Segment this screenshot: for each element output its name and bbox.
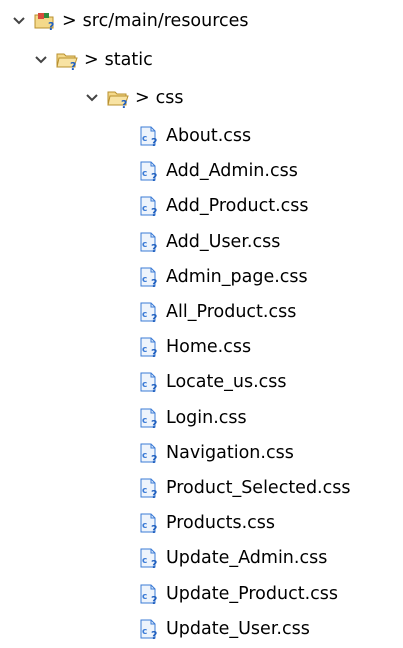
file-name-label: Add_User.css: [166, 231, 281, 252]
chevron-down-icon[interactable]: [32, 51, 50, 69]
tree-node-label: src/main/resources: [82, 11, 249, 31]
folder-unknown-icon: ?: [107, 87, 129, 109]
svg-text:c: c: [142, 592, 147, 602]
tree-node-file[interactable]: c ? Update_Admin.css: [138, 543, 327, 573]
svg-text:?: ?: [151, 136, 157, 147]
css-file-unknown-icon: c ?: [138, 195, 160, 217]
tree-node-static[interactable]: ? > static: [32, 45, 153, 75]
file-name-label: Admin_page.css: [166, 266, 308, 287]
css-file-unknown-icon: c ?: [138, 442, 160, 464]
svg-text:c: c: [142, 556, 147, 566]
svg-text:?: ?: [151, 277, 157, 288]
tree-node-file[interactable]: c ? Home.css: [138, 332, 251, 362]
svg-text:?: ?: [151, 242, 157, 253]
svg-text:?: ?: [151, 629, 157, 640]
file-name-label: Navigation.css: [166, 442, 294, 463]
file-name-label: Product_Selected.css: [166, 478, 351, 498]
svg-text:?: ?: [151, 171, 157, 182]
file-name-label: Update_Product.css: [166, 583, 338, 604]
tree-node-file[interactable]: c ? Locate_us.css: [138, 367, 287, 397]
chevron-down-icon[interactable]: [83, 89, 101, 107]
source-folder-unknown-icon: ?: [34, 10, 56, 32]
svg-text:?: ?: [151, 488, 157, 499]
svg-text:?: ?: [151, 418, 157, 429]
svg-text:?: ?: [151, 347, 157, 358]
svg-text:?: ?: [151, 312, 157, 323]
css-file-unknown-icon: c ?: [138, 231, 160, 253]
svg-text:c: c: [142, 521, 147, 531]
svg-text:?: ?: [151, 453, 157, 464]
svg-text:?: ?: [48, 20, 54, 32]
tree-node-file[interactable]: c ? Update_Product.css: [138, 579, 338, 609]
svg-text:?: ?: [151, 558, 157, 569]
tree-node-file[interactable]: c ? Navigation.css: [138, 438, 294, 468]
tree-node-file[interactable]: c ? Add_Product.css: [138, 191, 309, 221]
file-name-label: Login.css: [166, 407, 247, 428]
css-file-unknown-icon: c ?: [138, 583, 160, 605]
tree-node-file[interactable]: c ? Add_User.css: [138, 227, 280, 257]
svg-text:c: c: [142, 134, 147, 144]
css-file-unknown-icon: c ?: [138, 512, 160, 534]
tree-node-label: static: [104, 50, 153, 70]
tree-node-file[interactable]: c ? Login.css: [138, 403, 247, 433]
file-name-label: Add_Admin.css: [166, 161, 298, 182]
css-file-unknown-icon: c ?: [138, 371, 160, 393]
svg-text:?: ?: [121, 98, 127, 109]
svg-text:c: c: [142, 310, 147, 320]
svg-text:c: c: [142, 380, 147, 390]
file-name-label: All_Product.css: [166, 302, 297, 322]
path-separator: >: [84, 50, 99, 70]
svg-text:c: c: [142, 169, 147, 179]
svg-text:c: c: [142, 416, 147, 426]
svg-text:c: c: [142, 345, 147, 355]
file-name-label: Locate_us.css: [166, 372, 287, 393]
tree-node-file[interactable]: c ? Add_Admin.css: [138, 156, 298, 186]
file-name-label: Update_User.css: [166, 618, 310, 639]
svg-text:c: c: [142, 451, 147, 461]
project-explorer-tree: ? > src/main/resources ? > static ? > cs…: [0, 0, 403, 648]
chevron-down-icon[interactable]: [10, 12, 28, 30]
path-separator: >: [135, 88, 150, 108]
css-file-unknown-icon: c ?: [138, 266, 160, 288]
svg-text:?: ?: [151, 523, 157, 534]
css-file-unknown-icon: c ?: [138, 407, 160, 429]
svg-text:?: ?: [151, 382, 157, 393]
file-name-label: Products.css: [166, 513, 275, 534]
tree-node-file[interactable]: c ? Products.css: [138, 508, 275, 538]
tree-node-file[interactable]: c ? Update_User.css: [138, 614, 310, 644]
path-separator: >: [62, 11, 77, 31]
svg-text:?: ?: [151, 206, 157, 217]
css-file-unknown-icon: c ?: [138, 301, 160, 323]
file-name-label: Home.css: [166, 337, 252, 358]
tree-node-label: css: [155, 88, 184, 108]
svg-text:c: c: [142, 240, 147, 250]
file-name-label: Add_Product.css: [166, 196, 309, 217]
css-file-unknown-icon: c ?: [138, 477, 160, 499]
css-file-unknown-icon: c ?: [138, 547, 160, 569]
svg-text:?: ?: [151, 594, 157, 605]
svg-text:c: c: [142, 486, 147, 496]
tree-node-css[interactable]: ? > css: [83, 83, 184, 113]
tree-node-file[interactable]: c ? Product_Selected.css: [138, 473, 350, 503]
svg-text:c: c: [142, 204, 147, 214]
svg-text:c: c: [142, 627, 147, 637]
css-file-unknown-icon: c ?: [138, 618, 160, 640]
css-file-unknown-icon: c ?: [138, 125, 160, 147]
tree-node-file[interactable]: c ? Admin_page.css: [138, 262, 308, 292]
folder-unknown-icon: ?: [56, 49, 78, 71]
svg-text:c: c: [142, 275, 147, 285]
css-file-unknown-icon: c ?: [138, 336, 160, 358]
tree-node-file[interactable]: c ? All_Product.css: [138, 297, 296, 327]
file-name-label: Update_Admin.css: [166, 548, 328, 569]
tree-node-file[interactable]: c ? About.css: [138, 121, 251, 151]
css-file-unknown-icon: c ?: [138, 160, 160, 182]
svg-text:?: ?: [70, 60, 76, 71]
tree-node-src-main-resources[interactable]: ? > src/main/resources: [10, 6, 249, 36]
file-name-label: About.css: [166, 126, 252, 146]
